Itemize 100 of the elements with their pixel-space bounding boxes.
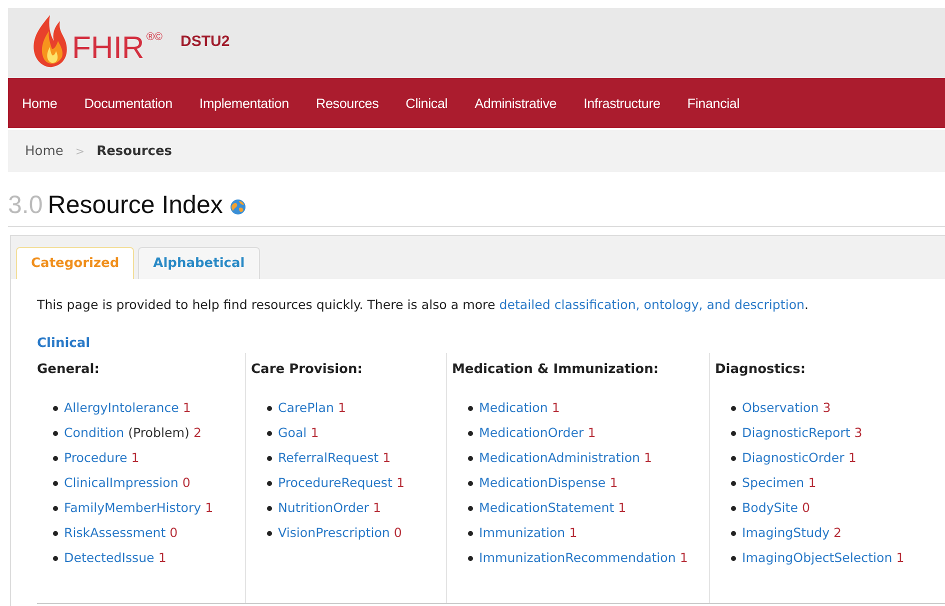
resource-link[interactable]: MedicationOrder (479, 425, 584, 440)
bullet-icon (731, 506, 736, 511)
resource-link[interactable]: Observation (742, 400, 819, 415)
resource-link[interactable]: MedicationStatement (479, 500, 614, 515)
logo-text: FHIR$^{®©}$ (72, 30, 163, 66)
maturity-count: 1 (396, 475, 404, 490)
bullet-icon (731, 431, 736, 436)
maturity-count: 1 (205, 500, 214, 515)
nav-link[interactable]: Administrative (474, 96, 557, 110)
maturity-count: 1 (338, 400, 346, 415)
nav-link[interactable]: Financial (687, 96, 740, 110)
resource-link[interactable]: MedicationAdministration (479, 450, 640, 465)
nav-link[interactable]: Clinical (406, 96, 448, 110)
tab[interactable]: Alphabetical (138, 247, 260, 279)
resource-link[interactable]: AllergyIntolerance (64, 400, 179, 415)
resource-link[interactable]: ImagingObjectSelection (742, 550, 892, 565)
resource-link[interactable]: CarePlan (278, 400, 334, 415)
nav-link[interactable]: Documentation (84, 96, 172, 110)
resource-link[interactable]: FamilyMemberHistory (64, 500, 202, 515)
resource-link[interactable]: DetectedIssue (64, 550, 154, 565)
bullet-icon (53, 456, 58, 461)
resource-link[interactable]: ProcedureRequest (278, 475, 392, 490)
maturity-count: 1 (618, 500, 626, 515)
maturity-count: 1 (382, 450, 391, 465)
bullet-icon (468, 456, 473, 461)
resource-link[interactable]: Immunization (479, 525, 566, 540)
breadcrumb-item[interactable]: Home (25, 144, 64, 158)
category-heading: Care Provision: (251, 362, 364, 377)
maturity-count: 1 (808, 475, 816, 490)
resource-link[interactable]: BodySite (742, 500, 798, 515)
resource-link[interactable]: Condition (64, 425, 124, 440)
resource-link[interactable]: RiskAssessment (64, 525, 166, 540)
maturity-count: 1 (182, 400, 191, 415)
resource-link[interactable]: Specimen (742, 475, 804, 490)
nav-link[interactable]: Home (22, 96, 58, 110)
section-number: 3.0 (8, 190, 43, 220)
tab[interactable]: Categorized (16, 247, 134, 279)
maturity-count: 1 (610, 475, 618, 490)
intro-text: This page is provided to help find resources quickly. There is also a more detailed classification, ontology, and description. (37, 297, 810, 312)
resource-link[interactable]: Procedure (64, 450, 128, 465)
resource-link[interactable]: ImagingStudy (742, 525, 830, 540)
resource-link[interactable]: VisionPrescription (278, 525, 390, 540)
maturity-count: 1 (680, 550, 688, 565)
maturity-count: 1 (552, 400, 560, 415)
maturity-count: 1 (310, 425, 319, 440)
bullet-icon (267, 506, 272, 511)
nav-link[interactable]: Implementation (199, 96, 289, 110)
bullet-icon (468, 506, 473, 511)
maturity-count: 0 (394, 525, 402, 540)
bullet-icon (468, 481, 473, 486)
maturity-count: 3 (822, 400, 831, 415)
maturity-count: 1 (372, 500, 381, 515)
maturity-count: 1 (588, 425, 596, 440)
bullet-icon (267, 481, 272, 486)
bullet-icon (267, 406, 272, 411)
maturity-count: 0 (802, 500, 810, 515)
resource-link[interactable]: NutritionOrder (278, 500, 369, 515)
bullet-icon (731, 556, 736, 561)
bullet-icon (731, 531, 736, 536)
nav-link[interactable]: Infrastructure (584, 96, 660, 110)
resource-note: (Problem) (128, 425, 190, 440)
section-heading[interactable]: Clinical (37, 336, 90, 351)
bullet-icon (468, 406, 473, 411)
maturity-count: 1 (848, 450, 856, 465)
resource-link[interactable]: ImmunizationRecommendation (479, 550, 676, 565)
category-heading: Medication & Immunization: (452, 362, 660, 377)
bullet-icon (468, 431, 473, 436)
bullet-icon (468, 556, 473, 561)
resource-link[interactable]: DiagnosticReport (742, 425, 850, 440)
maturity-count: 0 (182, 475, 190, 490)
maturity-count: 2 (193, 425, 202, 440)
bullet-icon (267, 456, 272, 461)
bullet-icon (53, 556, 58, 561)
maturity-count: 1 (158, 550, 166, 565)
maturity-count: 1 (569, 525, 578, 540)
resource-link[interactable]: Goal (278, 425, 307, 440)
bullet-icon (53, 506, 58, 511)
maturity-count: 2 (834, 525, 842, 540)
version-label: DSTU2 (180, 32, 230, 50)
resource-link[interactable]: Medication (479, 400, 548, 415)
globe-icon (230, 199, 246, 215)
bullet-icon (267, 531, 272, 536)
bullet-icon (731, 481, 736, 486)
resource-link[interactable]: ClinicalImpression (64, 475, 178, 490)
bullet-icon (731, 406, 736, 411)
bullet-icon (267, 431, 272, 436)
nav-link[interactable]: Resources (316, 96, 379, 110)
resource-link[interactable]: MedicationDispense (479, 475, 606, 490)
category-heading: Diagnostics: (715, 362, 807, 377)
bullet-icon (53, 406, 58, 411)
maturity-count: 1 (896, 550, 904, 565)
bullet-icon (53, 481, 58, 486)
breadcrumb-separator: > (75, 144, 85, 158)
page-title: Resource Index (48, 190, 223, 220)
bullet-icon (468, 531, 473, 536)
classification-link[interactable]: detailed classification, ontology, and description (499, 297, 805, 312)
maturity-count: 1 (644, 450, 652, 465)
maturity-count: 1 (131, 450, 140, 465)
resource-link[interactable]: DiagnosticOrder (742, 450, 844, 465)
resource-link[interactable]: ReferralRequest (278, 450, 379, 465)
